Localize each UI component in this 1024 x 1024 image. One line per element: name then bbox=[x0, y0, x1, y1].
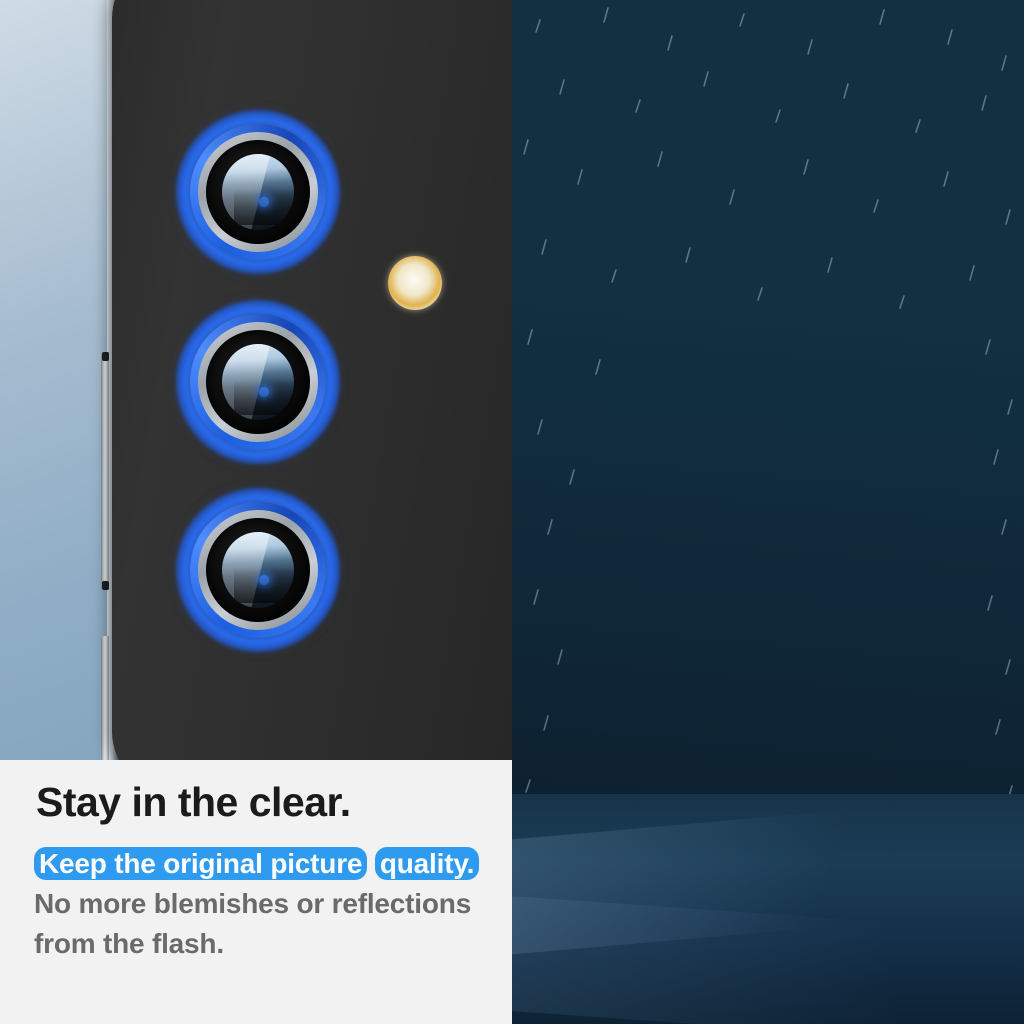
lifestyle-panel: 3:4 bbox=[512, 0, 1024, 1024]
product-hero-panel bbox=[0, 0, 512, 760]
power-button[interactable] bbox=[101, 636, 109, 760]
marketing-body: Keep the original picture quality. No mo… bbox=[34, 844, 494, 963]
marketing-caption: Stay in the clear. Keep the original pic… bbox=[0, 760, 512, 1024]
camera-lens-top bbox=[176, 110, 340, 274]
lens-highlight-icon bbox=[259, 574, 270, 585]
lens-highlight-icon bbox=[259, 196, 270, 207]
lens-glass bbox=[222, 154, 294, 230]
marketing-body-rest: No more blemishes or reflections from th… bbox=[34, 887, 472, 959]
highlight-phrase: Keep the original picture bbox=[34, 847, 368, 880]
camera-lens-middle bbox=[176, 300, 340, 464]
lens-glass bbox=[222, 532, 294, 608]
led-flash-icon bbox=[388, 256, 442, 310]
snow-landscape bbox=[512, 794, 1024, 1024]
lens-highlight-icon bbox=[259, 386, 270, 397]
page-title: Stay in the clear. bbox=[36, 779, 351, 825]
camera-lens-bottom bbox=[176, 488, 340, 652]
lens-glass bbox=[222, 344, 294, 420]
promo-screenshot: Stay in the clear. Keep the original pic… bbox=[0, 0, 1024, 1024]
highlight-phrase-2: quality. bbox=[374, 847, 480, 880]
volume-button[interactable] bbox=[101, 352, 109, 590]
